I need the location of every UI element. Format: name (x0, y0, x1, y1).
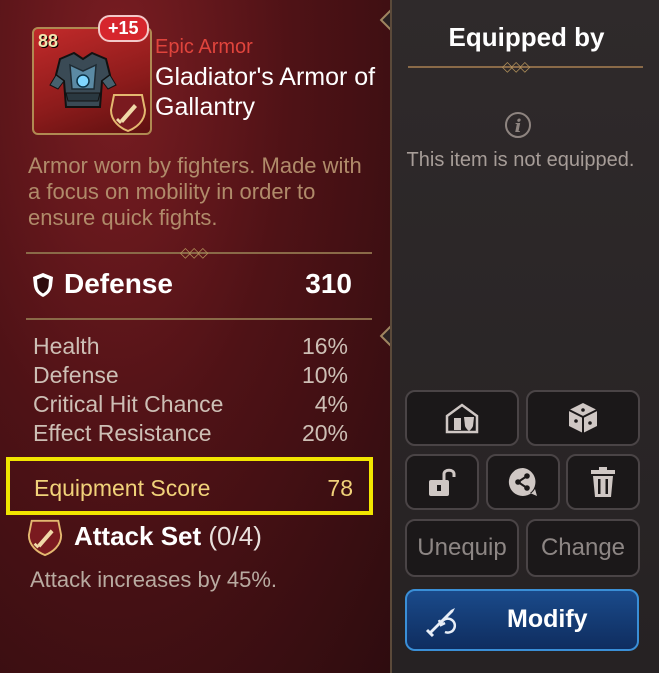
equipped-by-title: Equipped by (448, 22, 605, 52)
divider-ornament: ◇◇◇ (180, 244, 208, 260)
share-button[interactable] (486, 454, 560, 510)
sub-stat-name: Effect Resistance (33, 420, 212, 446)
sub-stat-value: 20% (301, 420, 348, 446)
sub-stat-name: Defense (33, 362, 119, 388)
sub-stat-value: 10% (301, 362, 348, 388)
item-name: Gladiator's Armor of Gallantry (155, 63, 376, 121)
set-name: Attack Set (74, 521, 202, 551)
storage-button[interactable] (405, 390, 519, 446)
item-description: Armor worn by fighters. Made with a focu… (28, 153, 362, 230)
item-info-panel: 88 +15 Epic Armor Gladiator's Armor of G… (0, 0, 390, 673)
storage-icon (445, 403, 479, 434)
sub-stat-row: Defense 10% (33, 362, 348, 390)
equipped-status: This item is not equipped. (406, 149, 635, 171)
share-icon (508, 467, 537, 496)
sub-stat-name: Health (33, 333, 100, 359)
delete-button[interactable] (566, 454, 640, 510)
equipment-score-value: 78 (327, 475, 353, 501)
set-effect: Attack Set (0/4) (26, 517, 376, 557)
sub-stat-row: Critical Hit Chance 4% (33, 391, 348, 419)
modify-icon (425, 608, 456, 638)
divider (26, 318, 372, 320)
set-count: (0/4) (208, 521, 262, 551)
sub-stat-name: Critical Hit Chance (33, 391, 224, 417)
trash-icon (591, 467, 615, 497)
info-icon: i (505, 112, 531, 138)
item-detail-panel: 88 +15 Epic Armor Gladiator's Armor of G… (0, 0, 659, 673)
unlock-icon (429, 468, 456, 496)
change-button[interactable]: Change (526, 519, 640, 577)
item-rarity: Epic Armor (155, 36, 253, 58)
equipment-score-highlight: Equipment Score 78 (6, 457, 373, 515)
unequip-button[interactable]: Unequip (405, 519, 519, 577)
main-stat: Defense 310 (32, 268, 352, 304)
shield-icon (33, 273, 53, 297)
modify-label: Modify (507, 605, 588, 633)
lock-button[interactable] (405, 454, 479, 510)
attack-set-icon (27, 519, 63, 557)
modify-button[interactable]: Modify (405, 589, 639, 651)
divider-ornament: ◇◇◇ (502, 58, 530, 74)
sub-stat-value: 16% (301, 333, 348, 359)
main-stat-value: 310 (305, 268, 352, 299)
sub-stat-value: 4% (314, 391, 348, 417)
enhance-badge: +15 (98, 15, 149, 42)
attack-set-icon (109, 94, 147, 132)
main-stat-name: Defense (64, 268, 173, 299)
item-level: 88 (38, 31, 59, 51)
sub-stat-row: Effect Resistance 20% (33, 420, 348, 448)
set-description: Attack increases by 45%. (30, 567, 278, 592)
equipment-score-label: Equipment Score (34, 475, 211, 501)
set-title: Attack Set (0/4) (74, 521, 262, 552)
dice-icon (568, 403, 598, 433)
dice-button[interactable] (526, 390, 640, 446)
sub-stat-row: Health 16% (33, 333, 348, 361)
